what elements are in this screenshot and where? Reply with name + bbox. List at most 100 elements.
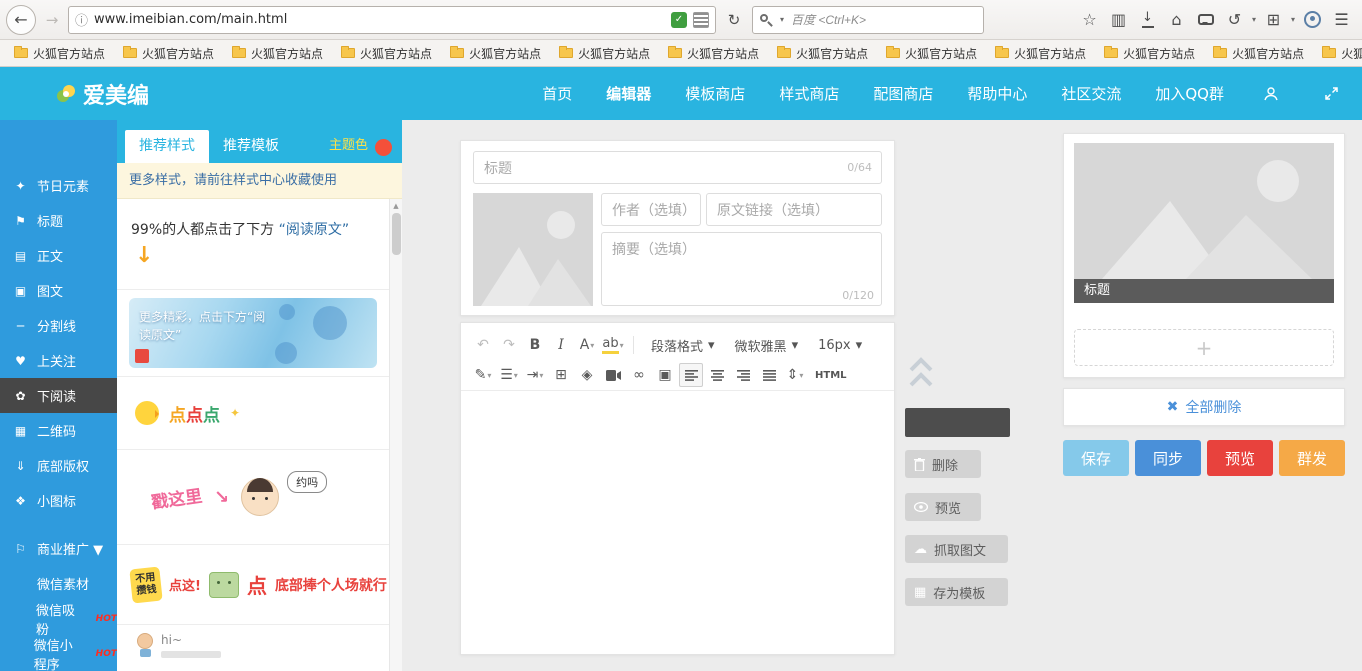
summary-input[interactable] [601,232,882,306]
preview-button[interactable]: 预览 [1207,440,1273,476]
save-as-template-button[interactable]: ▦ 存为模板 [905,578,1008,606]
nav-image-store[interactable]: 配图商店 [873,83,933,104]
bookmark-item[interactable]: 火狐官方站点 [659,43,768,64]
site-logo[interactable]: 爱美编 [55,78,149,110]
history-caret[interactable]: ▾ [1249,15,1259,24]
tab-recommended-templates[interactable]: 推荐模板 [209,130,293,163]
title-input[interactable] [473,151,882,184]
apps-caret[interactable]: ▾ [1288,15,1298,24]
broadcast-button[interactable]: 群发 [1279,440,1345,476]
search-engine-caret[interactable]: ▾ [777,15,787,24]
article-thumb-placeholder[interactable] [1074,143,1334,279]
sidebar-item-wechat-material[interactable]: 微信素材 [0,566,117,601]
sidebar-item-business[interactable]: ⚐商业推广 ▼ [0,531,117,566]
bookmark-item[interactable]: 火狐官方站点 [441,43,550,64]
grab-article-button[interactable]: ☁ 抓取图文 [905,535,1008,563]
align-right-button[interactable] [731,363,755,387]
bookmark-item[interactable]: 火狐官方站点 [877,43,986,64]
author-input[interactable] [601,193,701,226]
html-source-button[interactable]: HTML [809,370,853,381]
style-item-hi[interactable]: hi~ [117,625,389,671]
bookmark-item[interactable]: 火狐官方站点 [223,43,332,64]
sidebar-item-wechat-fans[interactable]: 微信吸粉HOT [0,601,117,636]
nav-join-qq[interactable]: 加入QQ群 [1155,83,1224,104]
menu-icon[interactable]: ☰ [1327,5,1356,34]
address-bar[interactable]: ⓘ www.imeibian.com/main.html ✓ [68,6,716,34]
align-left-button[interactable] [679,363,703,387]
nav-community[interactable]: 社区交流 [1061,83,1121,104]
sidebar-item-qrcode[interactable]: ▦二维码 [0,413,117,448]
style-item-bottom-support[interactable]: 不用攒钱 点这! 点 底部捧个人场就行 [117,545,389,625]
editor-content-area[interactable] [461,391,894,646]
site-info-icon[interactable]: ⓘ [75,10,88,29]
scroll-top-chevrons[interactable] [907,356,935,394]
nav-editor[interactable]: 编辑器 [606,83,651,104]
indent-button[interactable]: ⇥▾ [523,363,547,387]
format-painter-button[interactable]: ✎▾ [471,363,495,387]
video-button[interactable] [601,363,625,387]
bookmark-item[interactable]: 火狐官方站点 [1313,43,1362,64]
sidebar-item-copyright[interactable]: ⇓底部版权 [0,448,117,483]
scroll-up-icon[interactable]: ▲ [390,199,402,210]
nav-help-center[interactable]: 帮助中心 [967,83,1027,104]
bookmark-item[interactable]: 火狐官方站点 [1095,43,1204,64]
chat-icon[interactable] [1191,5,1220,34]
undo-icon[interactable]: ↶ [471,333,495,357]
sidebar-item-image-text[interactable]: ▣图文 [0,273,117,308]
tag-button[interactable]: ◈ [575,363,599,387]
style-item-banner[interactable]: 更多精彩，点击下方“阅读原文” [117,290,389,377]
sidebar-item-read-bottom[interactable]: ✿下阅读 [0,378,117,413]
align-justify-button[interactable] [757,363,781,387]
styles-scrollbar[interactable]: ▲ [389,199,402,671]
account-icon[interactable] [1298,5,1327,34]
bookmark-item[interactable]: 火狐官方站点 [1204,43,1313,64]
font-family-dropdown[interactable]: 微软雅黑▾ [726,333,808,357]
source-link-input[interactable] [706,193,882,226]
tab-recommended-styles[interactable]: 推荐样式 [125,130,209,163]
paragraph-format-dropdown[interactable]: 段落格式▾ [642,333,724,357]
nav-template-store[interactable]: 模板商店 [685,83,745,104]
back-button[interactable]: ← [6,5,36,35]
preview-article-button[interactable]: 预览 [905,493,981,521]
font-color-button[interactable]: A▾ [575,333,599,357]
redo-icon[interactable]: ↷ [497,333,521,357]
search-icon[interactable] [759,13,773,27]
bold-button[interactable]: B [523,333,547,357]
downloads-icon[interactable]: ↓ [1133,5,1162,34]
search-bar[interactable]: ▾ [752,6,984,34]
add-article-button[interactable]: + [1074,329,1334,366]
nav-style-store[interactable]: 样式商店 [779,83,839,104]
sidebar-item-title[interactable]: ⚑标题 [0,203,117,238]
list-button[interactable]: ☰▾ [497,363,521,387]
bookmark-item[interactable]: 火狐官方站点 [768,43,877,64]
sidebar-item-body-text[interactable]: ▤正文 [0,238,117,273]
search-input[interactable] [791,13,977,27]
bookmark-item[interactable]: 火狐官方站点 [550,43,659,64]
apps-grid-icon[interactable]: ⊞ [1259,5,1288,34]
bookmark-star-icon[interactable]: ☆ [1075,5,1104,34]
forward-button[interactable]: → [41,11,63,29]
line-height-button[interactable]: ⇕▾ [783,363,807,387]
delete-all-button[interactable]: ✖ 全部删除 [1063,388,1345,426]
delete-article-button[interactable]: 删除 [905,450,981,478]
sidebar-item-follow-top[interactable]: ♥上关注 [0,343,117,378]
bookmark-item[interactable]: 火狐官方站点 [114,43,223,64]
align-center-button[interactable] [705,363,729,387]
extension-icon[interactable] [693,12,709,28]
bookmark-item[interactable]: 火狐官方站点 [986,43,1095,64]
save-button[interactable]: 保存 [1063,440,1129,476]
link-button[interactable]: ∞ [627,363,651,387]
style-item-read-original[interactable]: 99%的人都点击了下方 “阅读原文” ↓ [117,199,389,290]
home-icon[interactable]: ⌂ [1162,5,1191,34]
sidebar-item-divider[interactable]: ─分割线 [0,308,117,343]
style-item-dots[interactable]: 点点点 ✦ [117,377,389,450]
table-button[interactable]: ⊞ [549,363,573,387]
history-icon[interactable]: ↺ [1220,5,1249,34]
font-size-dropdown[interactable]: 16px▾ [809,333,871,357]
fullscreen-icon[interactable] [1318,86,1344,101]
cover-image-placeholder[interactable] [473,193,593,306]
insert-image-button[interactable]: ▣ [653,363,677,387]
theme-color-dot[interactable] [375,139,392,156]
user-icon[interactable] [1258,86,1284,102]
sidebar-item-small-icons[interactable]: ❖小图标 [0,483,117,518]
